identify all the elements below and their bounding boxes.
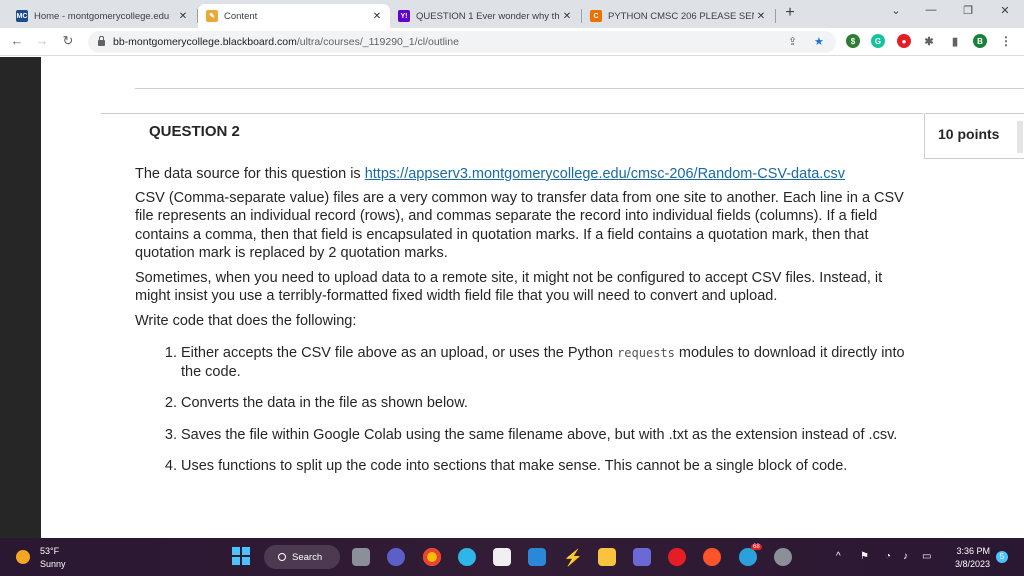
chegg-icon: C	[590, 10, 602, 22]
tab-bar: MC Home - montgomerycollege.edu ✕ ✎ Cont…	[0, 0, 1024, 28]
windows-start-icon[interactable]	[232, 547, 250, 565]
task-view-icon[interactable]	[352, 548, 370, 566]
minimize-icon[interactable]: —	[921, 4, 941, 16]
extension-icon[interactable]: $	[846, 34, 860, 48]
tab-home[interactable]: MC Home - montgomerycollege.edu ✕	[8, 4, 196, 28]
settings-icon[interactable]	[774, 548, 792, 566]
app-icon[interactable]	[633, 548, 651, 566]
paragraph: Write code that does the following:	[135, 312, 357, 329]
app-icon[interactable]: ⚡	[563, 548, 583, 567]
sidepanel-icon[interactable]: ▮	[948, 34, 962, 48]
search-icon	[278, 553, 286, 561]
adblock-icon[interactable]: ●	[897, 34, 911, 48]
wifi-icon[interactable]: ◔	[885, 551, 891, 562]
star-icon[interactable]: ★	[814, 35, 824, 48]
scrollbar[interactable]	[1017, 121, 1023, 153]
code-snippet: requests	[617, 346, 675, 360]
folder-icon[interactable]	[598, 548, 616, 566]
share-icon[interactable]: ⇪	[788, 35, 797, 48]
telegram-icon[interactable]	[739, 548, 757, 566]
back-icon[interactable]: ←	[8, 33, 26, 48]
question-title: QUESTION 2	[149, 123, 240, 140]
tab-title: PYTHON CMSC 206 PLEASE SEN	[608, 10, 754, 22]
sun-icon[interactable]	[16, 550, 30, 564]
close-window-icon[interactable]: ✕	[995, 4, 1015, 17]
new-tab-icon[interactable]: +	[781, 4, 799, 22]
yahoo-icon: Y!	[398, 10, 410, 22]
lock-icon	[98, 36, 105, 46]
forward-icon[interactable]: →	[33, 33, 51, 48]
tab-title: Content	[224, 10, 258, 22]
tab-question-1[interactable]: Y! QUESTION 1 Ever wonder why th ✕	[390, 4, 580, 28]
battery-icon[interactable]: ▭	[922, 551, 931, 562]
menu-icon[interactable]: ⋮	[999, 34, 1013, 48]
mc-icon: MC	[16, 10, 28, 22]
source-link[interactable]: https://appserv3.montgomerycollege.edu/c…	[365, 166, 845, 182]
chevron-up-icon[interactable]: ^	[836, 551, 841, 562]
notification-count[interactable]: 5	[996, 551, 1008, 563]
list-item: Converts the data in the file as shown b…	[181, 394, 905, 413]
tab-divider	[775, 9, 776, 23]
chevron-down-icon[interactable]: ⌄	[886, 4, 906, 17]
points-box: 10 points	[924, 113, 1024, 159]
points-label: 10 points	[938, 126, 1000, 142]
close-icon[interactable]: ✕	[176, 11, 190, 22]
puzzle-icon[interactable]: ✱	[922, 34, 936, 48]
close-icon[interactable]: ✕	[754, 11, 768, 22]
tray-icon[interactable]: ⚑	[860, 551, 869, 562]
tab-content[interactable]: ✎ Content ✕	[198, 4, 390, 28]
list-item: Saves the file within Google Colab using…	[181, 426, 905, 445]
mail-icon[interactable]	[528, 548, 546, 566]
tab-title: Home - montgomerycollege.edu	[34, 10, 170, 22]
tab-title: QUESTION 1 Ever wonder why th	[416, 10, 560, 22]
side-navigation	[0, 57, 41, 538]
weather-widget[interactable]: 53°F Sunny	[40, 545, 66, 571]
list-item: Uses functions to split up the code into…	[181, 457, 905, 476]
list-item: Either accepts the CSV file above as an …	[181, 344, 905, 381]
volume-icon[interactable]: ♪	[903, 551, 908, 562]
taskbar: 53°F Sunny Search ⚡ 68 ^ ⚑ ◔ ♪ ▭ 3:36 PM…	[0, 538, 1024, 576]
divider	[135, 88, 1024, 89]
close-icon[interactable]: ✕	[560, 11, 574, 22]
notification-badge: 68	[751, 544, 762, 550]
chrome-icon[interactable]	[423, 548, 441, 566]
restore-icon[interactable]: ❐	[958, 4, 978, 17]
store-icon[interactable]	[493, 548, 511, 566]
avatar[interactable]: B	[973, 34, 987, 48]
question-body: The data source for this question is htt…	[135, 165, 905, 489]
brave-icon[interactable]	[703, 548, 721, 566]
page-content: QUESTION 2 10 points The data source for…	[0, 57, 1024, 538]
edge-icon[interactable]	[458, 548, 476, 566]
address-bar[interactable]: bb-montgomerycollege.blackboard.com/ultr…	[88, 31, 836, 53]
url-text: bb-montgomerycollege.blackboard.com/ultr…	[113, 36, 459, 48]
requirements-list: Either accepts the CSV file above as an …	[135, 344, 905, 476]
teams-icon[interactable]	[387, 548, 405, 566]
browser-toolbar: ← → ↻ bb-montgomerycollege.blackboard.co…	[0, 28, 1024, 56]
opera-icon[interactable]	[668, 548, 686, 566]
blackboard-icon: ✎	[206, 10, 218, 22]
paragraph: Sometimes, when you need to upload data …	[135, 269, 883, 305]
reload-icon[interactable]: ↻	[59, 33, 77, 49]
taskbar-search[interactable]: Search	[264, 545, 340, 569]
clock[interactable]: 3:36 PM 3/8/2023	[946, 545, 990, 571]
close-icon[interactable]: ✕	[370, 11, 384, 22]
source-line: The data source for this question is htt…	[135, 166, 846, 182]
paragraph: CSV (Comma-separate value) files are a v…	[135, 189, 904, 262]
tab-python[interactable]: C PYTHON CMSC 206 PLEASE SEN ✕	[582, 4, 774, 28]
divider	[101, 113, 923, 114]
grammarly-icon[interactable]: G	[871, 34, 885, 48]
